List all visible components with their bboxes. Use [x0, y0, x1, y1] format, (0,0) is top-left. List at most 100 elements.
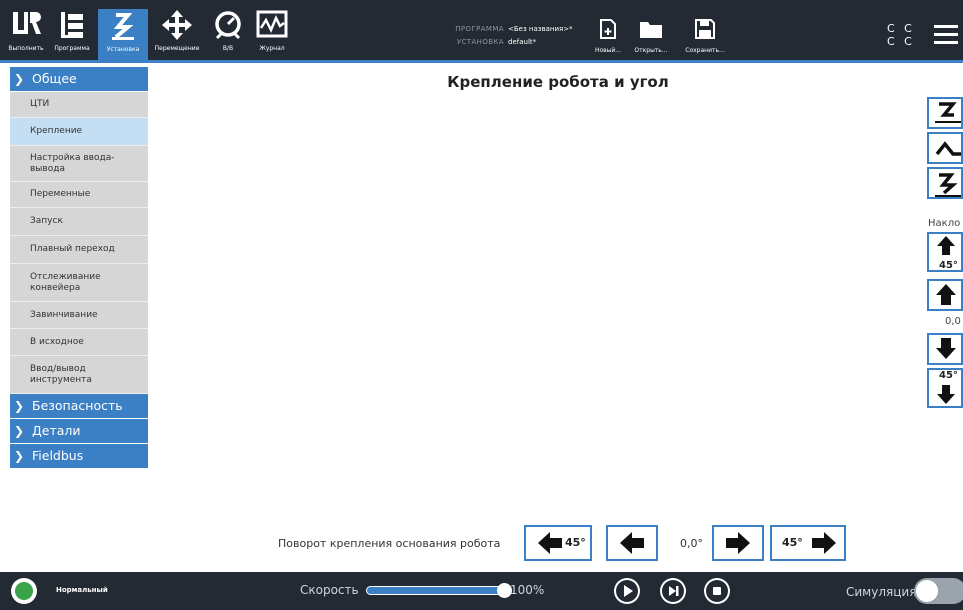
tilt-label: Накло	[928, 218, 961, 229]
tilt-down-45-label: 45°	[939, 370, 958, 381]
simulation-label: Симуляция	[846, 585, 917, 599]
nav-program-label: Программа	[54, 45, 90, 52]
arrow-right-icon	[726, 532, 750, 554]
category-safety[interactable]: ❯ Безопасность	[10, 394, 148, 418]
program-key: ПРОГРАММА	[455, 25, 504, 33]
top-bar: Выполнить Программа Установка Перемещени…	[0, 0, 963, 63]
robot-floor-mount-icon	[935, 102, 961, 123]
nav-install-label: Установка	[106, 46, 140, 53]
chevron-right-icon: ❯	[14, 424, 25, 438]
sidebar-item-label: Завинчивание	[30, 309, 98, 320]
new-file-button[interactable]: Новый...	[585, 18, 631, 54]
play-button[interactable]	[614, 578, 640, 604]
cc-line-2: C C	[887, 35, 915, 48]
io-gauge-icon	[215, 11, 241, 40]
arrow-left-icon	[538, 532, 562, 554]
sidebar-item-label: ЦТИ	[30, 99, 50, 109]
main-content: Крепление робота и угол	[153, 65, 963, 568]
robot-status-icon[interactable]	[11, 578, 37, 604]
mount-ceiling-button[interactable]	[927, 167, 963, 199]
arrow-down-icon	[937, 385, 955, 404]
save-file-button[interactable]: Сохранить...	[682, 18, 728, 54]
sidebar-item-label: Ввод/вывод инструмента	[30, 363, 92, 385]
tilt-value: 0,0	[945, 316, 961, 327]
sidebar-item-smooth-transition[interactable]: Плавный переход	[10, 236, 148, 264]
simulation-toggle[interactable]	[914, 578, 963, 604]
tilt-up-45-button[interactable]: 45°	[927, 232, 963, 272]
category-details-label: Детали	[32, 423, 81, 438]
arrow-left-icon	[620, 532, 644, 554]
open-file-button[interactable]: Открыть...	[628, 18, 674, 54]
tilt-down-45-button[interactable]: 45°	[927, 368, 963, 408]
nav-move-button[interactable]: Перемещение	[152, 8, 202, 60]
speed-value: 100%	[510, 583, 545, 597]
footer-bar: Нормальный Скорость 100% Симуляция	[0, 572, 963, 610]
category-fieldbus[interactable]: ❯ Fieldbus	[10, 444, 148, 468]
ur-logo-icon	[13, 12, 41, 34]
tilt-down-button[interactable]	[927, 333, 963, 365]
tilt-up-button[interactable]	[927, 279, 963, 311]
open-file-label: Открыть...	[634, 47, 668, 54]
play-icon	[616, 580, 638, 602]
hamburger-menu-icon[interactable]	[934, 25, 958, 45]
rotate-left-45-label: 45°	[565, 536, 586, 549]
rotate-right-45-button[interactable]: 45°	[770, 525, 846, 561]
sidebar-item-label: Настройка ввода-вывода	[30, 152, 115, 174]
rotation-value: 0,0°	[680, 537, 703, 550]
rotation-label: Поворот крепления основания робота	[278, 537, 501, 550]
nav-log-button[interactable]: Журнал	[252, 8, 292, 60]
speed-label: Скорость	[300, 583, 359, 597]
installation-name: default*	[508, 38, 537, 46]
sidebar-item-label: Отслеживание конвейера	[30, 271, 101, 293]
category-general-label: Общее	[32, 71, 77, 86]
simulation-toggle-knob	[916, 580, 938, 602]
rotate-left-45-button[interactable]: 45°	[524, 525, 592, 561]
sidebar-item-tool-io[interactable]: Ввод/вывод инструмента	[10, 356, 148, 394]
new-file-icon	[600, 19, 616, 39]
arrow-right-icon	[812, 532, 836, 554]
category-general[interactable]: ❯ Общее	[10, 67, 148, 91]
category-safety-label: Безопасность	[32, 398, 123, 413]
chevron-down-icon: ❯	[14, 72, 25, 86]
mount-floor-button[interactable]	[927, 97, 963, 129]
sidebar-item-io-setup[interactable]: Настройка ввода-вывода	[10, 146, 148, 182]
chevron-right-icon: ❯	[14, 449, 25, 463]
sidebar-item-variables[interactable]: Переменные	[10, 182, 148, 208]
save-file-label: Сохранить...	[685, 47, 725, 54]
chevron-right-icon: ❯	[14, 399, 25, 413]
rotate-right-button[interactable]	[712, 525, 764, 561]
sidebar-item-label: Переменные	[30, 189, 91, 199]
nav-run-label: Выполнить	[8, 45, 44, 52]
arrow-down-icon	[936, 338, 956, 359]
program-tree-icon	[61, 12, 83, 38]
top-bar-accent-line	[0, 60, 963, 63]
rotate-right-45-label: 45°	[782, 536, 803, 549]
sidebar-item-tcp[interactable]: ЦТИ	[10, 92, 148, 118]
category-details[interactable]: ❯ Детали	[10, 419, 148, 443]
nav-program-button[interactable]: Программа	[52, 8, 92, 60]
nav-io-button[interactable]: В/В	[208, 8, 248, 60]
folder-icon	[640, 22, 662, 38]
sidebar-item-startup[interactable]: Запуск	[10, 208, 148, 236]
sidebar-item-mounting[interactable]: Крепление	[10, 118, 148, 146]
sidebar-item-label: Плавный переход	[30, 244, 115, 254]
stop-button[interactable]	[704, 578, 730, 604]
page-title: Крепление робота и угол	[447, 73, 669, 91]
cc-indicator: C C C C	[887, 22, 915, 48]
sidebar-item-home[interactable]: В исходное	[10, 329, 148, 356]
speed-slider[interactable]	[366, 583, 512, 598]
sidebar: ❯ Общее ЦТИ Крепление Настройка ввода-вы…	[10, 67, 148, 567]
sidebar-item-conveyor-tracking[interactable]: Отслеживание конвейера	[10, 264, 148, 302]
program-info: ПРОГРАММА <Без названия>* УСТАНОВКА defaul…	[452, 25, 572, 51]
rotate-left-button[interactable]	[606, 525, 658, 561]
sidebar-item-screwdriving[interactable]: Завинчивание	[10, 302, 148, 329]
category-fieldbus-label: Fieldbus	[32, 448, 84, 463]
cc-line-1: C C	[887, 22, 915, 35]
step-button[interactable]	[660, 578, 686, 604]
nav-move-label: Перемещение	[154, 45, 200, 52]
mount-wall-button[interactable]	[927, 132, 963, 164]
nav-run-button[interactable]: Выполнить	[6, 8, 46, 60]
robot-ceiling-mount-icon	[935, 173, 961, 197]
new-file-label: Новый...	[594, 47, 622, 54]
nav-install-button[interactable]: Установка	[98, 9, 148, 60]
